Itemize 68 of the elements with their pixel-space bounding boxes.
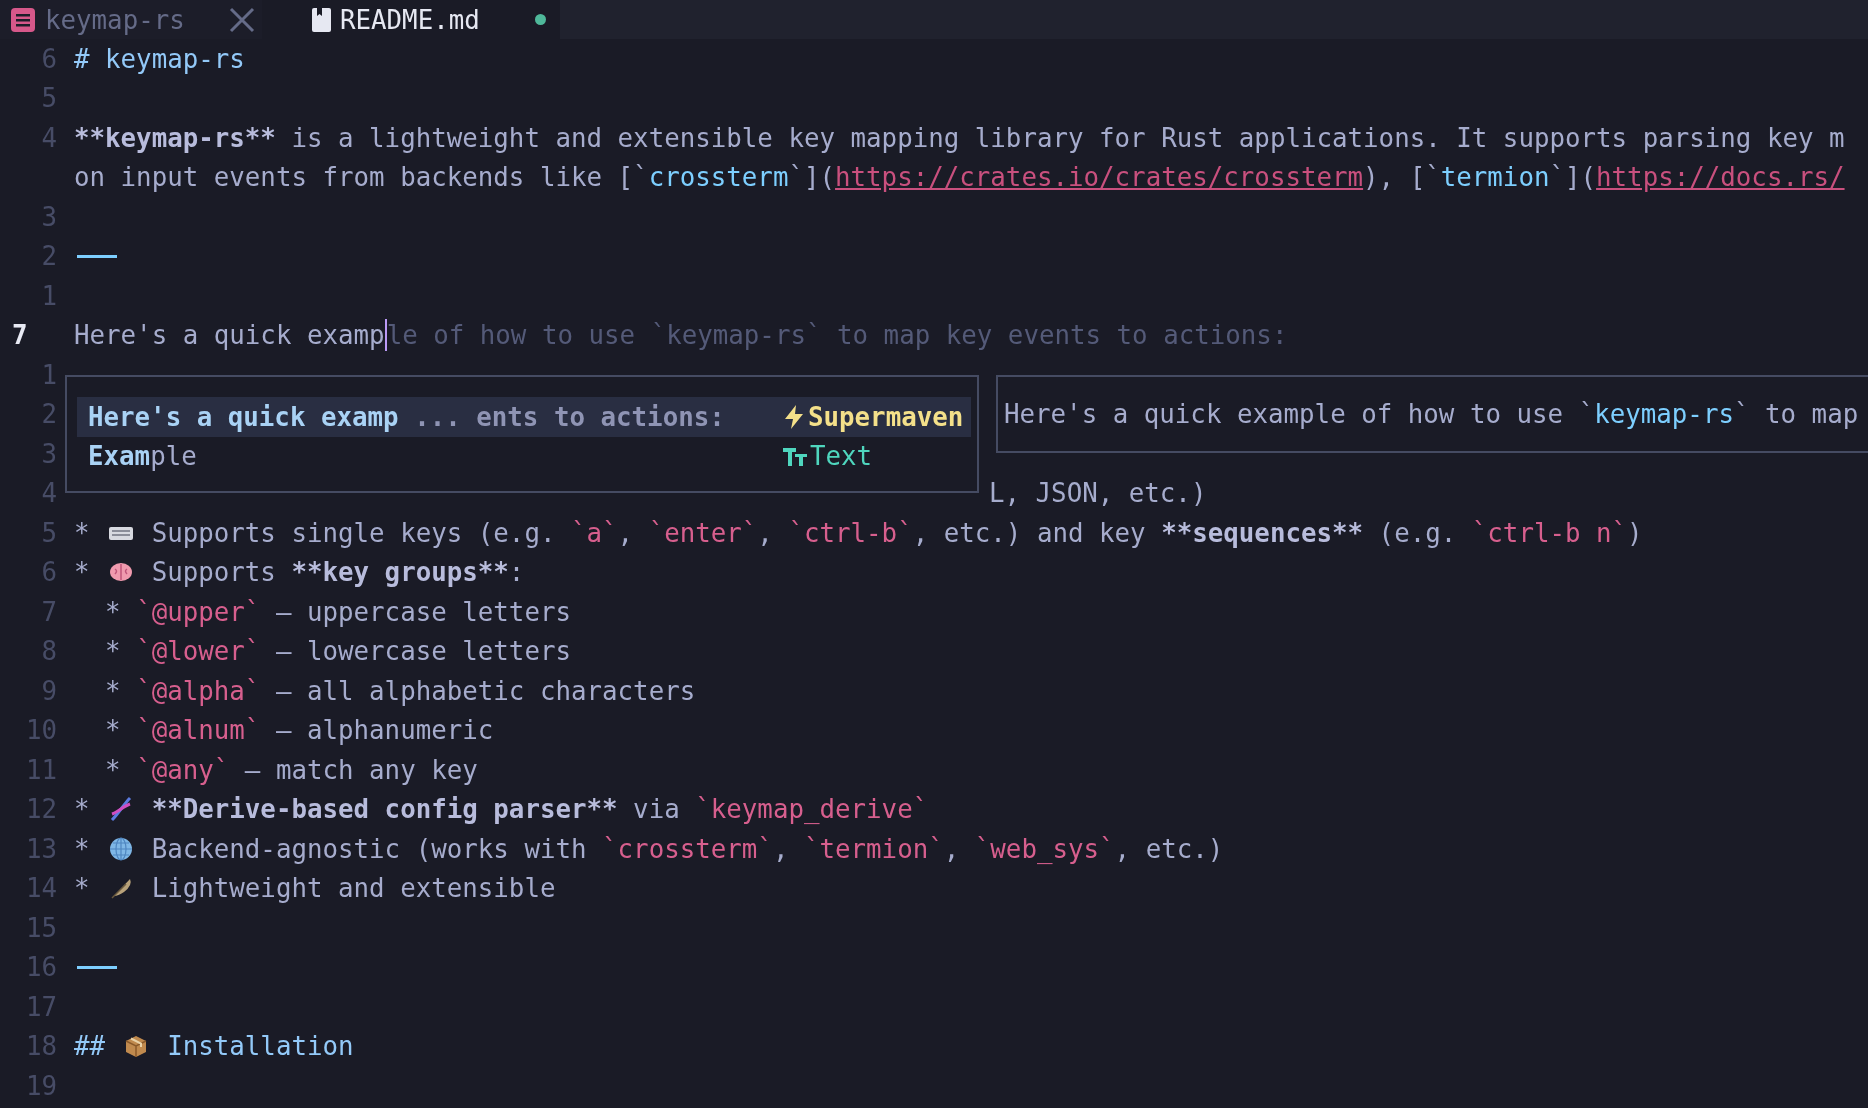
line-text: on input events from backends like [`crossterm`](https://crates.io/crates/crossterm), [`termion`](https://docs.rs/ xyxy=(74,162,1845,193)
tab-label: keymap-rs xyxy=(45,4,185,35)
line-text: Here's a quick examp xyxy=(74,320,385,351)
line-text: * xyxy=(74,557,91,588)
horizontal-rule xyxy=(77,254,117,258)
line-number: 5 xyxy=(41,83,57,114)
line-number: 6 xyxy=(41,557,57,588)
line-text: * xyxy=(74,873,91,904)
line-text: **keymap-rs** is a lightweight and extensible key mapping library for Rust applications. It supports parsing key m xyxy=(74,122,1845,153)
line-number: 1 xyxy=(41,280,57,311)
line-number: 11 xyxy=(25,754,57,785)
line-text: Supports single keys (e.g. `a`, `enter`, `ctrl-b`, etc.) and key **sequences** (e.g. `ctrl-b n`) xyxy=(150,517,1643,548)
line-number: 13 xyxy=(25,833,57,864)
line-text: * xyxy=(74,794,91,825)
line-number: 3 xyxy=(41,438,57,469)
list-icon xyxy=(10,6,36,33)
line-number: 14 xyxy=(25,873,57,904)
line-text: * `@alpha` – all alphabetic characters xyxy=(104,675,696,706)
line-number: 9 xyxy=(41,675,57,706)
completion-source: Supermaven xyxy=(808,401,964,432)
editor-tab[interactable]: README.md xyxy=(262,0,560,39)
file-icon xyxy=(312,7,331,32)
line-text: * `@upper` – uppercase letters xyxy=(104,596,571,627)
completion-item[interactable]: Example Text xyxy=(77,436,971,476)
line-number: 2 xyxy=(41,399,57,430)
line-number: 16 xyxy=(25,952,57,983)
globe-icon xyxy=(107,835,134,862)
completion-item[interactable]: Here's a quick examp ... ents to actions: Supermaven xyxy=(77,397,971,437)
line-text: Lightweight and extensible xyxy=(150,873,556,904)
line-number: 7 xyxy=(41,596,57,627)
lightning-icon xyxy=(783,403,805,430)
text-cursor xyxy=(384,319,387,352)
line-number: 7 xyxy=(12,320,28,351)
line-text: Installation xyxy=(166,1031,354,1062)
line-text: L, JSON, etc.) xyxy=(989,478,1207,509)
close-icon[interactable] xyxy=(228,5,256,34)
line-number: 2 xyxy=(41,241,57,272)
line-text: * xyxy=(74,833,91,864)
line-number: 3 xyxy=(41,201,57,232)
line-number: 15 xyxy=(25,912,57,943)
line-number: 17 xyxy=(25,991,57,1022)
horizontal-rule xyxy=(77,965,117,969)
link[interactable]: https://crates.io/crates/crossterm xyxy=(835,162,1364,193)
completion-source: Text xyxy=(810,441,873,472)
documentation-text: Here's a quick example of how to use `keymap-rs` to map xyxy=(1004,399,1859,429)
line-text: Backend-agnostic (works with `crossterm`, `termion`, `web_sys`, etc.) xyxy=(150,833,1224,864)
line-number: 6 xyxy=(41,43,57,74)
line-text: **Derive-based config parser** via `keymap_derive` xyxy=(150,794,929,825)
line-number: 12 xyxy=(25,794,57,825)
line-number: 19 xyxy=(25,1070,57,1101)
line-text: # keymap-rs xyxy=(74,43,245,74)
line-number: 8 xyxy=(41,636,57,667)
link[interactable]: https://docs.rs/ xyxy=(1596,162,1845,193)
line-text: * `@alnum` – alphanumeric xyxy=(104,715,494,746)
line-text: * `@any` – match any key xyxy=(104,754,478,785)
line-number: 10 xyxy=(25,715,57,746)
line-text: * xyxy=(74,517,91,548)
text-type-icon xyxy=(783,445,807,468)
line-number: 4 xyxy=(41,478,57,509)
line-text: * `@lower` – lowercase letters xyxy=(104,636,571,667)
line-text: Supports **key groups**: xyxy=(150,557,525,588)
line-number: 1 xyxy=(41,359,57,390)
tab-label: README.md xyxy=(340,4,480,35)
line-number: 4 xyxy=(41,122,57,153)
line-text: ## xyxy=(74,1031,107,1062)
line-number: 5 xyxy=(41,517,57,548)
line-number: 18 xyxy=(25,1031,57,1062)
ghost-suggestion: le of how to use `keymap-rs` to map key events to actions: xyxy=(386,320,1288,351)
